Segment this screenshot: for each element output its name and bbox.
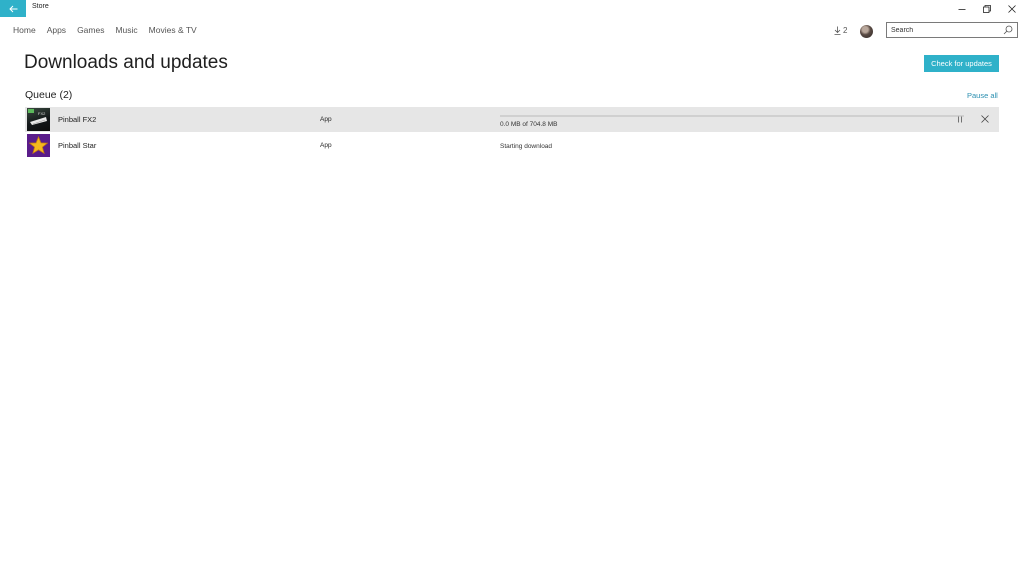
search-input[interactable] <box>891 25 999 36</box>
svg-text:FX2: FX2 <box>38 111 46 116</box>
close-window-button[interactable] <box>1000 0 1024 17</box>
back-button[interactable] <box>0 0 26 17</box>
minimize-button[interactable] <box>950 0 974 17</box>
download-progress-bar <box>500 115 964 117</box>
cancel-icon <box>981 115 989 123</box>
avatar[interactable] <box>860 25 873 38</box>
search-icon[interactable] <box>1003 25 1013 35</box>
nav-games[interactable]: Games <box>77 25 104 35</box>
download-status: 0.0 MB of 704.8 MB <box>500 121 558 128</box>
app-name: Pinball FX2 <box>58 115 97 124</box>
page-title: Downloads and updates <box>24 52 228 73</box>
minimize-icon <box>958 8 966 10</box>
back-arrow-icon <box>8 5 17 12</box>
queue-item[interactable]: Pinball Star App Starting download <box>25 133 999 158</box>
pinball-fx2-art: FX2 <box>28 109 47 125</box>
queue-item[interactable]: FX2 Pinball FX2 App 0.0 MB of 704.8 MB <box>25 107 999 132</box>
pause-icon <box>958 116 962 122</box>
app-kind: App <box>320 142 332 149</box>
pause-button[interactable] <box>954 113 966 125</box>
pinball-fx2-thumbnail: FX2 <box>27 108 50 131</box>
restore-icon <box>983 4 991 13</box>
downloads-count: 2 <box>843 26 848 35</box>
app-title: Store <box>32 3 49 10</box>
nav-home[interactable]: Home <box>13 25 36 35</box>
title-bar: Store <box>0 0 1024 17</box>
check-for-updates-button[interactable]: Check for updates <box>924 55 999 72</box>
downloads-indicator[interactable]: 2 <box>834 26 847 35</box>
download-status: Starting download <box>500 143 553 150</box>
nav-music[interactable]: Music <box>115 25 137 35</box>
top-navigation: Home Apps Games Music Movies & TV <box>13 25 197 35</box>
star-icon <box>29 136 48 155</box>
queue-heading: Queue (2) <box>25 89 73 101</box>
nav-movies-tv[interactable]: Movies & TV <box>149 25 197 35</box>
cancel-download-button[interactable] <box>979 113 991 125</box>
app-name: Pinball Star <box>58 141 97 150</box>
search-box <box>886 22 1018 38</box>
pinball-star-thumbnail <box>27 134 50 157</box>
app-kind: App <box>320 116 332 123</box>
download-icon <box>834 26 841 35</box>
pause-all-link[interactable]: Pause all <box>967 91 998 100</box>
nav-apps[interactable]: Apps <box>47 25 66 35</box>
restore-button[interactable] <box>975 0 999 17</box>
close-icon <box>1008 4 1016 13</box>
